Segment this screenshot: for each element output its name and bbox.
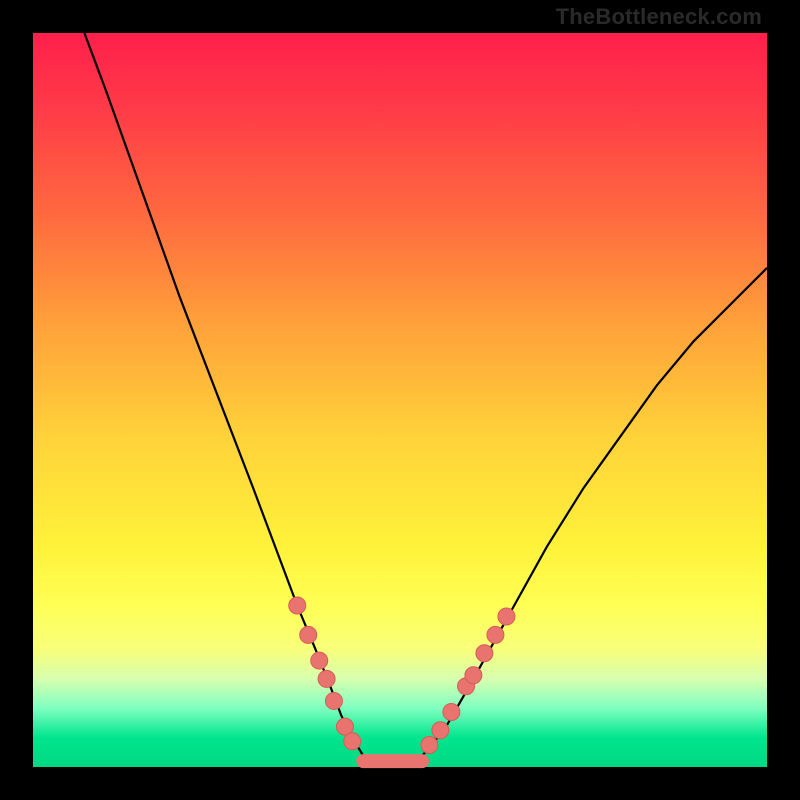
marker-dot [432,722,449,739]
marker-dot [476,645,493,662]
marker-dot [498,608,515,625]
marker-dot [421,736,438,753]
marker-dot [300,626,317,643]
marker-dot [465,667,482,684]
bottleneck-curve [84,33,767,763]
marker-dot [311,652,328,669]
chart-plot-area [33,33,767,767]
marker-cluster-left [289,597,361,750]
chart-frame: TheBottleneck.com [0,0,800,800]
chart-svg [33,33,767,767]
marker-dot [318,670,335,687]
marker-dot [289,597,306,614]
marker-dot [487,626,504,643]
marker-dot [325,692,342,709]
marker-cluster-right [421,608,515,753]
watermark-text: TheBottleneck.com [556,4,762,30]
marker-dot [443,703,460,720]
marker-dot [344,733,361,750]
